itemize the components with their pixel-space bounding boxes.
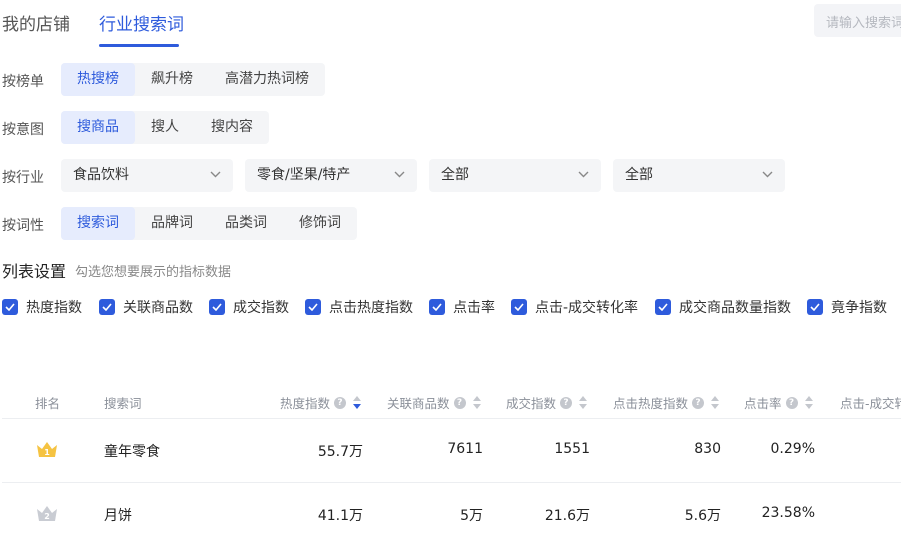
search-placeholder: 请输入搜索词 [826, 16, 901, 31]
metric-checkbox-products[interactable]: 关联商品数 [99, 297, 193, 317]
metric-checkbox-ctr[interactable]: 点击率 [429, 297, 495, 317]
column-header-click-heat[interactable]: 点击热度指数 ? [613, 393, 720, 412]
gold-crown-rank-icon: 1 [37, 442, 57, 457]
industry-select-value: 食品饮料 [73, 167, 129, 183]
click-heat-cell: 830 [694, 441, 721, 457]
heat-cell: 55.7万 [317, 444, 363, 460]
checkbox-checked-icon [2, 299, 18, 315]
metric-checkbox-click-heat[interactable]: 点击热度指数 [305, 297, 413, 317]
sort-icon[interactable] [804, 396, 813, 409]
industry-select-value: 全部 [625, 167, 653, 183]
checkbox-checked-icon [655, 299, 671, 315]
metric-checkbox-label: 点击热度指数 [329, 300, 413, 316]
metric-checkbox-label: 成交指数 [233, 300, 289, 316]
industry-select-level3[interactable]: 全部 [429, 159, 601, 192]
metric-checkbox-heat[interactable]: 热度指数 [2, 297, 82, 317]
ctr-cell: 23.58% [761, 505, 815, 521]
table-row[interactable]: 1 童年零食 55.7万 7611 1551 830 0.29% [2, 419, 901, 483]
metric-checkbox-deals[interactable]: 成交指数 [209, 297, 289, 317]
rank-option-high-potential[interactable]: 高潜力热词榜 [209, 63, 325, 96]
metric-checkbox-label: 竟争指数 [831, 300, 887, 316]
column-header-deals[interactable]: 成交指数 ? [506, 393, 588, 412]
metric-checkbox-label: 关联商品数 [123, 300, 193, 316]
help-icon[interactable]: ? [334, 396, 347, 409]
industry-select-level1[interactable]: 食品饮料 [61, 159, 233, 192]
chevron-down-icon [578, 171, 589, 178]
silver-crown-rank-icon: 2 [37, 506, 57, 521]
help-icon[interactable]: ? [560, 396, 573, 409]
list-settings-title: 列表设置 [2, 262, 67, 281]
metric-checkbox-label: 成交商品数量指数 [679, 300, 791, 316]
metric-checkbox-label: 热度指数 [26, 300, 82, 316]
table-row[interactable]: 2 月饼 41.1万 5万 21.6万 5.6万 23.58% [2, 483, 901, 539]
chevron-down-icon [210, 171, 221, 178]
column-header-heat[interactable]: 热度指数 ? [280, 393, 362, 412]
industry-select-value: 全部 [441, 167, 469, 183]
filter-label-intent: 按意图 [2, 122, 44, 138]
chevron-down-icon [762, 171, 773, 178]
keyword-cell[interactable]: 月饼 [104, 505, 132, 525]
column-header-ctr[interactable]: 点击率 ? [744, 393, 813, 412]
metric-checkbox-label: 点击-成交转化率 [535, 300, 639, 316]
word-type-option-search[interactable]: 搜索词 [61, 207, 135, 240]
metric-checkbox-competition[interactable]: 竟争指数 [807, 297, 887, 317]
column-header-products[interactable]: 关联商品数 ? [387, 393, 481, 412]
word-type-option-brand[interactable]: 品牌词 [135, 207, 209, 240]
sort-icon[interactable] [579, 396, 588, 409]
checkbox-checked-icon [99, 299, 115, 315]
intent-option-people[interactable]: 搜人 [135, 111, 195, 144]
intent-option-products[interactable]: 搜商品 [61, 111, 135, 144]
ctr-cell: 0.29% [770, 441, 815, 457]
heat-cell: 41.1万 [317, 508, 363, 524]
industry-select-value: 零食/坚果/特产 [257, 167, 351, 183]
active-tab-indicator [99, 44, 179, 47]
keyword-cell[interactable]: 童年零食 [104, 441, 160, 461]
search-input[interactable]: 请输入搜索词 [814, 4, 901, 37]
metric-checkbox-label: 点击率 [453, 300, 495, 316]
tab-my-store[interactable]: 我的店铺 [2, 10, 70, 35]
help-icon[interactable]: ? [453, 396, 466, 409]
rank-option-hot[interactable]: 热搜榜 [61, 63, 135, 96]
sort-icon[interactable] [472, 396, 481, 409]
rank-segmented-control: 热搜榜 飙升榜 高潜力热词榜 [61, 63, 325, 96]
products-cell: 5万 [460, 508, 483, 524]
sort-icon[interactable] [711, 396, 720, 409]
checkbox-checked-icon [807, 299, 823, 315]
sort-desc-active-icon[interactable] [353, 396, 362, 409]
filter-label-rank: 按榜单 [2, 74, 44, 90]
column-header-rank: 排名 [35, 396, 61, 411]
column-header-keyword: 搜索词 [104, 396, 142, 411]
deals-cell: 1551 [554, 441, 590, 457]
svg-text:2: 2 [44, 512, 50, 521]
chevron-down-icon [394, 171, 405, 178]
industry-select-level4[interactable]: 全部 [613, 159, 785, 192]
tab-industry-keywords[interactable]: 行业搜索词 [99, 10, 184, 35]
filter-label-word-type: 按词性 [2, 218, 44, 234]
rank-option-rising[interactable]: 飙升榜 [135, 63, 209, 96]
metric-checkbox-deal-quantity[interactable]: 成交商品数量指数 [655, 297, 791, 317]
deals-cell: 21.6万 [544, 508, 590, 524]
help-icon[interactable]: ? [692, 396, 705, 409]
column-header-conversion[interactable]: 点击-成交转 [840, 393, 901, 412]
intent-segmented-control: 搜商品 搜人 搜内容 [61, 111, 269, 144]
click-heat-cell: 5.6万 [684, 508, 721, 524]
intent-option-content[interactable]: 搜内容 [195, 111, 269, 144]
svg-text:1: 1 [44, 448, 50, 457]
top-tabs: 我的店铺 行业搜索词 请输入搜索词 [0, 0, 901, 48]
checkbox-checked-icon [429, 299, 445, 315]
word-type-segmented-control: 搜索词 品牌词 品类词 修饰词 [61, 207, 357, 240]
checkbox-checked-icon [209, 299, 225, 315]
checkbox-checked-icon [511, 299, 527, 315]
list-settings-hint: 勾选您想要展示的指标数据 [75, 265, 232, 280]
products-cell: 7611 [447, 441, 483, 457]
word-type-option-category[interactable]: 品类词 [209, 207, 283, 240]
metric-checkbox-conversion[interactable]: 点击-成交转化率 [511, 297, 638, 317]
help-icon[interactable]: ? [785, 396, 798, 409]
filter-label-industry: 按行业 [2, 170, 44, 186]
word-type-option-modifier[interactable]: 修饰词 [283, 207, 357, 240]
industry-select-level2[interactable]: 零食/坚果/特产 [245, 159, 417, 192]
table-header: 排名 搜索词 热度指数 ? 关联商品数 ? 成交指数 ? 点击热度指数 ? 点击… [2, 380, 901, 419]
checkbox-checked-icon [305, 299, 321, 315]
